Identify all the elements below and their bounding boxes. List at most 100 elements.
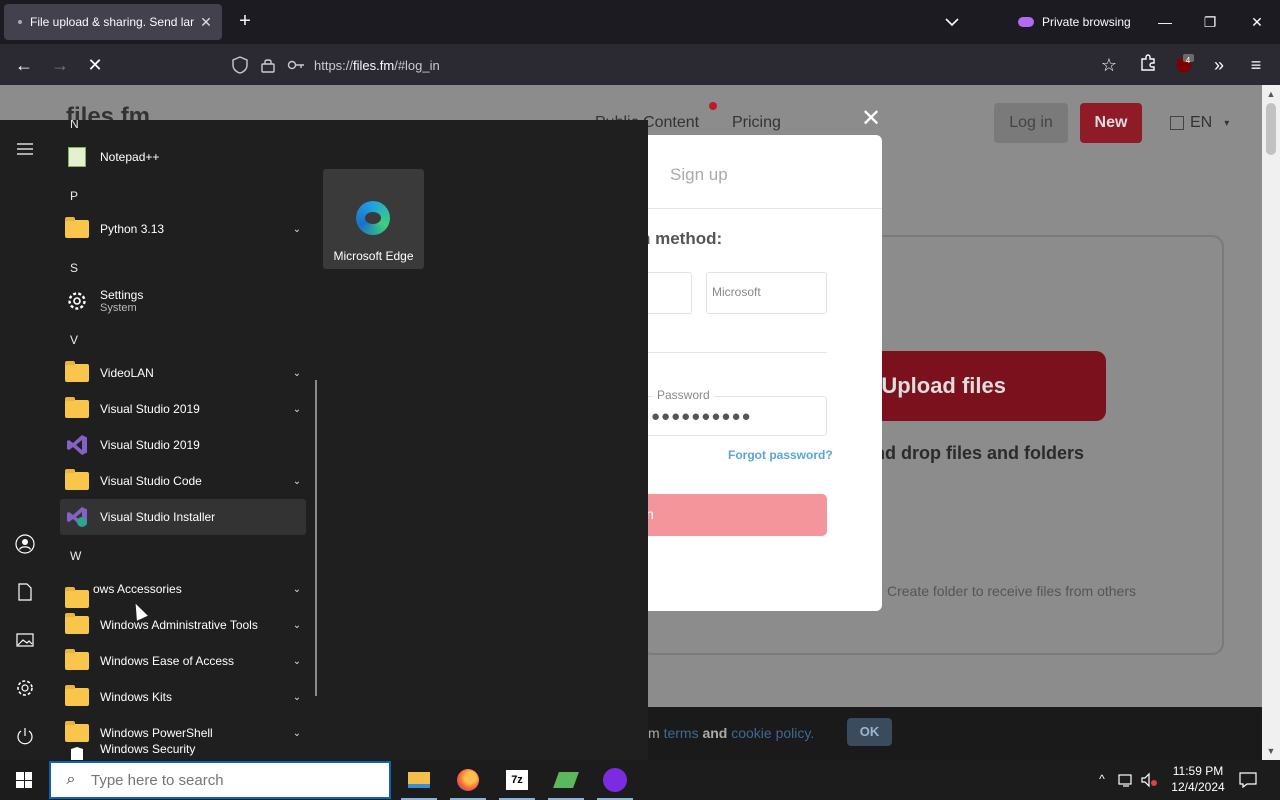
taskbar-search-box[interactable]: ⌕ (49, 761, 391, 799)
search-input[interactable] (91, 771, 371, 789)
menu-pricing[interactable]: Pricing (732, 114, 781, 132)
scrollbar-thumb[interactable] (1266, 103, 1276, 155)
settings-gear-icon[interactable] (14, 677, 36, 699)
modal-close-icon[interactable]: ✕ (860, 107, 882, 131)
letter-header-w[interactable]: W (70, 549, 81, 563)
restore-button[interactable]: ❐ (1200, 12, 1220, 32)
login-method-heading: n method: (640, 229, 723, 248)
page-scrollbar[interactable]: ▲ ▼ (1262, 85, 1280, 760)
key-icon[interactable] (286, 55, 306, 75)
app-folder-visual-studio-code[interactable]: Visual Studio Code ⌄ (60, 463, 306, 499)
app-folder-windows-ease-of-access[interactable]: Windows Ease of Access ⌄ (60, 643, 306, 679)
taskbar-file-explorer[interactable] (395, 760, 443, 800)
app-notepad-plus-plus[interactable]: Notepad++ (60, 139, 306, 175)
ublock-extension-icon[interactable]: 4 (1173, 54, 1195, 76)
app-label: Settings (100, 288, 144, 302)
folder-icon (64, 361, 90, 384)
overflow-chevron-icon[interactable]: » (1208, 54, 1230, 76)
browser-nav-bar: ← → ✕ https://files.fm/#log_in ☆ 4 » ≡ (0, 44, 1280, 85)
taskbar-clock[interactable]: 11:59 PM 12/4/2024 (1160, 763, 1236, 795)
cookie-ok-button[interactable]: OK (847, 718, 892, 746)
app-windows-security[interactable]: Windows Security (60, 742, 306, 760)
signup-tab[interactable]: Sign up (670, 165, 728, 185)
folder-icon (64, 469, 90, 492)
file-explorer-icon (408, 772, 430, 788)
new-tab-button[interactable]: + (234, 10, 256, 32)
power-icon[interactable] (14, 725, 36, 747)
app-list[interactable]: N Notepad++ P Python 3.13 ⌄ S Settings Sy… (52, 120, 322, 760)
app-label: ows Accessories (93, 582, 182, 596)
app-folder-windows-accessories[interactable]: ows Accessories ⌄ (60, 571, 306, 608)
password-label: Password (653, 388, 714, 402)
scroll-up-icon[interactable]: ▲ (1266, 89, 1276, 99)
create-folder-link[interactable]: Create folder to receive files from othe… (887, 583, 1136, 599)
windows-start-icon[interactable] (16, 772, 32, 788)
close-window-button[interactable]: ✕ (1247, 12, 1267, 32)
app-visual-studio-2019[interactable]: Visual Studio 2019 (60, 427, 306, 463)
stop-loading-button[interactable]: ✕ (84, 54, 106, 76)
login-button[interactable]: Log in (994, 103, 1068, 143)
chevron-down-icon: ⌄ (292, 583, 302, 595)
folder-icon (64, 721, 90, 744)
notifications-icon[interactable] (1238, 772, 1258, 790)
letter-header-v[interactable]: V (70, 333, 78, 347)
app-list-scrollbar[interactable] (315, 380, 317, 696)
folder-icon (64, 649, 90, 672)
microsoft-login-button[interactable]: Microsoft (706, 272, 827, 314)
hamburger-menu-icon[interactable]: ≡ (1245, 54, 1267, 76)
lock-icon[interactable] (258, 55, 278, 75)
app-folder-windows-kits[interactable]: Windows Kits ⌄ (60, 679, 306, 715)
taskbar-firefox[interactable] (444, 760, 492, 800)
folder-icon (64, 685, 90, 708)
folder-icon (64, 613, 90, 636)
app-folder-windows-administrative-tools[interactable]: Windows Administrative Tools ⌄ (60, 607, 306, 643)
minimize-button[interactable]: — (1155, 12, 1175, 32)
letter-header-p[interactable]: P (70, 189, 78, 203)
tile-microsoft-edge[interactable]: Microsoft Edge (323, 169, 424, 269)
cookie-policy-link[interactable]: cookie policy. (731, 725, 814, 741)
app-sublabel: System (100, 302, 137, 314)
folder-icon (64, 397, 90, 420)
forward-button[interactable]: → (49, 54, 71, 76)
letter-header-s[interactable]: S (70, 261, 78, 275)
taskbar-7zip[interactable]: 7z (493, 760, 541, 800)
new-button[interactable]: New (1080, 103, 1142, 143)
app-folder-visual-studio-2019[interactable]: Visual Studio 2019 ⌄ (60, 391, 306, 427)
url-path: /#log_in (394, 57, 440, 73)
terms-link[interactable]: terms (664, 725, 699, 741)
extensions-puzzle-icon[interactable] (1137, 54, 1159, 76)
app-folder-python[interactable]: Python 3.13 ⌄ (60, 211, 306, 247)
show-hidden-icons-chevron[interactable]: ^ (1094, 772, 1110, 790)
search-icon: ⌕ (66, 771, 76, 788)
notification-dot (709, 102, 717, 110)
tab-close-icon[interactable]: ✕ (198, 14, 214, 31)
extension-badge: 4 (1185, 56, 1191, 65)
forgot-password-link[interactable]: Forgot password? (728, 448, 833, 462)
app-folder-videolan[interactable]: VideoLAN ⌄ (60, 355, 306, 391)
chevron-down-icon: ⌄ (292, 475, 302, 487)
browser-tab[interactable]: File upload & sharing. Send lar ✕ (4, 4, 222, 40)
pictures-icon[interactable] (14, 629, 36, 651)
list-all-tabs-button[interactable] (940, 12, 964, 32)
app-settings[interactable]: Settings System (60, 283, 306, 319)
letter-header-n[interactable]: N (70, 120, 79, 131)
shield-icon[interactable] (230, 55, 250, 75)
taskbar-firefox-private[interactable] (591, 760, 639, 800)
volume-muted-icon[interactable] (1140, 772, 1158, 790)
scroll-down-icon[interactable]: ▼ (1266, 746, 1276, 756)
url-bar[interactable]: https://files.fm/#log_in (230, 49, 1130, 81)
cookie-and: and (702, 725, 728, 741)
green-app-icon (553, 772, 579, 788)
firefox-private-icon (603, 768, 627, 792)
start-menu: N Notepad++ P Python 3.13 ⌄ S Settings Sy… (0, 120, 648, 760)
network-icon[interactable] (1117, 772, 1135, 790)
taskbar-app-green[interactable] (542, 760, 590, 800)
app-visual-studio-installer[interactable]: Visual Studio Installer (60, 499, 306, 535)
documents-icon[interactable] (14, 581, 36, 603)
back-button[interactable]: ← (13, 54, 35, 76)
user-account-icon[interactable] (14, 533, 36, 555)
chevron-down-icon: ⌄ (292, 367, 302, 379)
bookmark-star-icon[interactable]: ☆ (1098, 54, 1120, 76)
expand-menu-icon[interactable] (14, 138, 36, 160)
language-selector[interactable]: EN ▾ (1170, 114, 1229, 132)
